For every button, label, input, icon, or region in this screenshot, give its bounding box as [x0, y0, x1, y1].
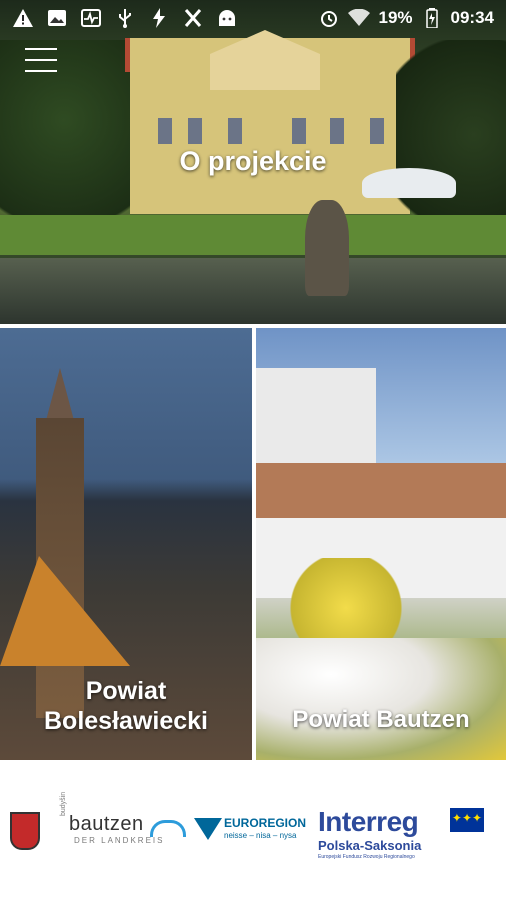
bautzen-vertical-text: budyšin [60, 791, 67, 816]
palace-window [330, 118, 344, 144]
powiat-boleslawiecki-title: Powiat Bolesławiecki [0, 676, 252, 736]
euroregion-logo-subtext: neisse – nisa – nysa [224, 831, 297, 840]
clock: 09:34 [450, 8, 494, 27]
usb-icon [114, 7, 136, 29]
interreg-logo-text: Interreg [318, 806, 419, 837]
battery-percent: 19% [378, 8, 413, 27]
about-project-title: O projekcie [179, 146, 327, 176]
android-icon [216, 7, 238, 29]
battery-icon [421, 7, 443, 29]
palace-window [292, 118, 306, 144]
pond-image [0, 258, 506, 324]
bautzen-logo-text: bautzen [69, 813, 144, 835]
about-project-tile[interactable]: O projekcie [0, 0, 506, 324]
image-icon [46, 7, 68, 29]
warning-icon [12, 7, 34, 29]
title-line-1: Powiat [85, 677, 167, 705]
eu-stars-icon: ✦✦✦ [451, 811, 483, 825]
palace-window [158, 118, 172, 144]
title-line-2: Bolesławiecki [44, 707, 208, 735]
building-roof-image [256, 463, 506, 519]
powiat-bautzen-title: Powiat Bautzen [292, 706, 470, 733]
partner-logos: budyšin bautzen DER LANDKREIS EUROREGION… [0, 760, 506, 900]
notification-icons [0, 7, 238, 29]
x-icon [182, 7, 204, 29]
powiat-boleslawiecki-tile[interactable]: Powiat Bolesławiecki [0, 328, 252, 760]
palace-window [228, 118, 242, 144]
flowers-image [256, 638, 506, 760]
euroregion-mark-icon [194, 818, 222, 840]
alarm-icon [318, 7, 340, 29]
lawn-image [0, 215, 506, 255]
interreg-logo-subtext: Polska-Saksonia [318, 838, 422, 853]
menu-icon[interactable] [25, 48, 57, 74]
coat-of-arms-logo [10, 812, 40, 850]
bautzen-logo-subtext: DER LANDKREIS [74, 836, 165, 845]
euroregion-logo-text: EUROREGION [224, 816, 307, 830]
status-bar: 19% 09:34 [0, 0, 506, 36]
interreg-logo-small-text: Europejski Fundusz Rozwoju Regionalnego [318, 854, 415, 860]
bautzen-swoosh-icon [150, 820, 186, 837]
powiat-bautzen-tile[interactable]: Powiat Bautzen [256, 328, 506, 760]
wifi-icon [348, 7, 371, 29]
palace-window [370, 118, 384, 144]
system-status: 19% 09:34 [318, 7, 506, 29]
flash-icon [148, 7, 170, 29]
house-image [256, 368, 376, 466]
statue-image [305, 200, 349, 296]
activity-icon [80, 7, 102, 29]
palace-window [188, 118, 202, 144]
